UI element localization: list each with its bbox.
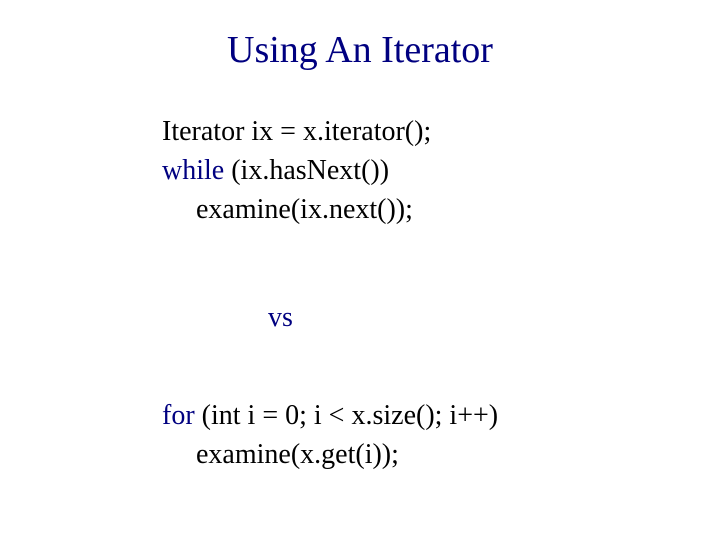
- keyword-while: while: [162, 155, 224, 186]
- code-line-examine-next: examine(ix.next());: [162, 190, 680, 229]
- slide-title: Using An Iterator: [0, 28, 720, 72]
- vs-separator: vs: [162, 302, 680, 334]
- for-condition: (int i = 0; i < x.size(); i++): [195, 400, 498, 431]
- code-line-iterator-decl: Iterator ix = x.iterator();: [162, 112, 680, 151]
- code-line-while: while (ix.hasNext()): [162, 151, 680, 190]
- while-condition: (ix.hasNext()): [224, 155, 389, 186]
- keyword-for: for: [162, 400, 195, 431]
- slide-container: Using An Iterator Iterator ix = x.iterat…: [0, 0, 720, 540]
- slide-content: Iterator ix = x.iterator(); while (ix.ha…: [0, 112, 720, 474]
- code-line-for: for (int i = 0; i < x.size(); i++): [162, 396, 680, 435]
- code-line-examine-get: examine(x.get(i));: [162, 435, 680, 474]
